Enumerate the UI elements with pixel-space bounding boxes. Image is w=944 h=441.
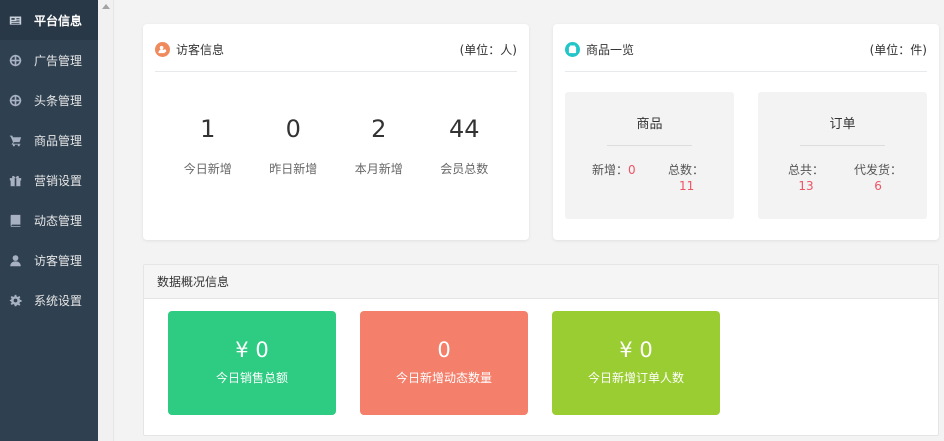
sidebar-item-label: 平台信息 — [34, 13, 83, 28]
sidebar-item-dynamics[interactable]: 动态管理 — [0, 200, 98, 240]
stat-month-new: 2 本月新增 — [336, 114, 422, 177]
stat-yesterday-new: 0 昨日新增 — [251, 114, 337, 177]
vertical-scrollbar[interactable] — [98, 0, 114, 441]
goods-card-header: 商品一览 (单位：件) — [565, 38, 927, 72]
tile-today-sales[interactable]: ¥ 0 今日销售总额 — [168, 311, 336, 415]
globe-icon — [8, 53, 22, 67]
visitor-info-card: 访客信息 (单位：人) 1 今日新增 0 昨日新增 2 本月新增 44 会员总数 — [143, 24, 529, 240]
tile-value: ¥ 0 — [235, 338, 269, 362]
product-new-value: 0 — [628, 163, 636, 177]
goods-title-text: 商品一览 — [586, 43, 635, 57]
order-pending-value: 6 — [874, 179, 882, 193]
sidebar-item-settings[interactable]: 系统设置 — [0, 280, 98, 320]
goods-card-title: 商品一览 — [565, 41, 634, 58]
gift-icon — [8, 173, 22, 187]
order-total-value: 13 — [798, 179, 814, 193]
overview-title: 数据概况信息 — [144, 265, 938, 299]
sidebar-item-label: 动态管理 — [34, 213, 83, 228]
globe-icon — [8, 93, 22, 107]
tile-label: 今日销售总额 — [215, 371, 288, 385]
cart-icon — [8, 133, 22, 147]
goods-overview-card: 商品一览 (单位：件) 商品 新增：0 总数： 11 订单 总共： 13 代发货… — [553, 24, 939, 240]
tile-today-dynamics[interactable]: 0 今日新增动态数量 — [360, 311, 528, 415]
order-summary-panel: 订单 总共： 13 代发货： 6 — [758, 92, 927, 219]
sidebar-item-label: 广告管理 — [34, 53, 83, 68]
tile-label: 今日新增订单人数 — [587, 371, 684, 385]
sidebar: 平台信息 广告管理 头条管理 商品管理 营销设置 动态管理 访客管理 系统设置 — [0, 0, 98, 441]
visitor-card-header: 访客信息 (单位：人) — [155, 38, 517, 72]
product-panel-title: 商品 — [607, 108, 692, 146]
book-icon — [8, 213, 22, 227]
sidebar-item-label: 营销设置 — [34, 173, 83, 188]
sidebar-item-visitors[interactable]: 访客管理 — [0, 240, 98, 280]
order-pending-label: 代发货： — [854, 163, 903, 177]
tile-value: 0 — [437, 338, 451, 362]
sidebar-item-marketing[interactable]: 营销设置 — [0, 160, 98, 200]
visitor-card-title: 访客信息 — [155, 41, 224, 58]
order-total-label: 总共： — [788, 163, 825, 177]
scroll-up-arrow-icon[interactable] — [102, 4, 110, 9]
gear-icon — [8, 293, 22, 307]
sidebar-item-label: 访客管理 — [34, 253, 83, 268]
product-summary-panel: 商品 新增：0 总数： 11 — [565, 92, 734, 219]
stat-label: 本月新增 — [354, 162, 403, 176]
visitor-title-text: 访客信息 — [176, 43, 225, 57]
visitor-badge-icon — [155, 42, 170, 57]
tile-today-order-users[interactable]: ¥ 0 今日新增订单人数 — [552, 311, 720, 415]
stat-value: 2 — [371, 115, 387, 143]
sidebar-item-label: 头条管理 — [34, 93, 83, 108]
sidebar-item-ads[interactable]: 广告管理 — [0, 40, 98, 80]
data-overview-panel: 数据概况信息 ¥ 0 今日销售总额 0 今日新增动态数量 ¥ 0 今日新增订单人… — [143, 264, 939, 436]
tile-label: 今日新增动态数量 — [395, 371, 492, 385]
stat-value: 1 — [200, 115, 216, 143]
goods-unit-label: (单位：件) — [869, 43, 927, 57]
product-total-label: 总数： — [668, 163, 705, 177]
sidebar-item-products[interactable]: 商品管理 — [0, 120, 98, 160]
newspaper-icon — [8, 13, 22, 27]
user-icon — [8, 253, 22, 267]
order-pending-count: 代发货： 6 — [854, 162, 902, 194]
stat-label: 今日新增 — [183, 162, 232, 176]
stat-label: 昨日新增 — [269, 162, 318, 176]
sidebar-item-platform-info[interactable]: 平台信息 — [0, 0, 98, 40]
stat-label: 会员总数 — [440, 162, 489, 176]
goods-badge-icon — [565, 42, 580, 57]
sidebar-item-label: 商品管理 — [34, 133, 83, 148]
product-new-label: 新增： — [592, 163, 629, 177]
main-content: 访客信息 (单位：人) 1 今日新增 0 昨日新增 2 本月新增 44 会员总数 — [115, 0, 944, 441]
stat-today-new: 1 今日新增 — [165, 114, 251, 177]
stat-value: 0 — [285, 115, 301, 143]
product-total-value: 11 — [679, 179, 695, 193]
order-total-count: 总共： 13 — [788, 162, 824, 194]
tile-value: ¥ 0 — [619, 338, 653, 362]
sidebar-item-label: 系统设置 — [34, 293, 83, 308]
visitor-stats: 1 今日新增 0 昨日新增 2 本月新增 44 会员总数 — [165, 114, 507, 177]
product-new-count: 新增：0 — [592, 162, 636, 178]
stat-member-total: 44 会员总数 — [422, 114, 508, 177]
sidebar-item-headlines[interactable]: 头条管理 — [0, 80, 98, 120]
stat-value: 44 — [448, 115, 480, 143]
order-panel-title: 订单 — [800, 108, 885, 146]
visitor-unit-label: (单位：人) — [459, 43, 517, 57]
product-total-count: 总数： 11 — [668, 162, 704, 194]
